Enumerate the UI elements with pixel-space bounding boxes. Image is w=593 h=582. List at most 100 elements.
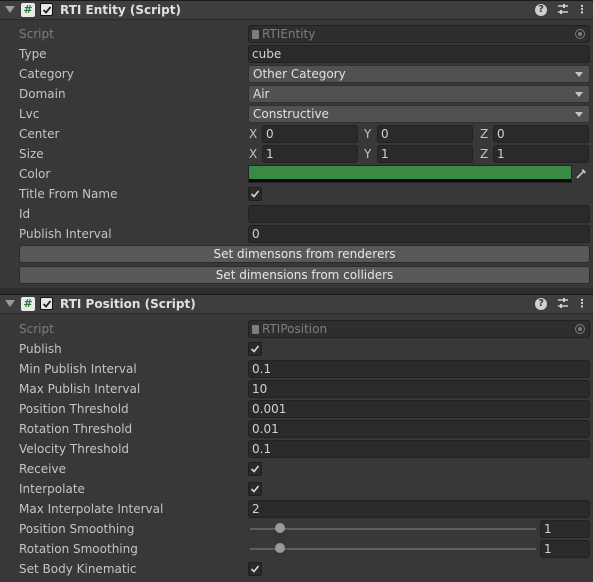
position-smoothing-row: Position Smoothing 1 — [0, 519, 593, 539]
max-publish-row: Max Publish Interval 10 — [0, 379, 593, 399]
help-icon[interactable]: ? — [535, 298, 547, 310]
foldout-arrow-icon[interactable] — [5, 6, 15, 13]
size-x-input[interactable]: 1 — [262, 145, 358, 163]
component-enable-checkbox[interactable] — [40, 3, 53, 16]
component-title: RTI Entity (Script) — [60, 3, 181, 17]
size-label: Size — [19, 147, 44, 161]
object-picker-icon[interactable] — [575, 324, 585, 334]
min-publish-input[interactable]: 0.1 — [248, 360, 590, 378]
color-label: Color — [19, 167, 51, 181]
position-threshold-row: Position Threshold 0.001 — [0, 399, 593, 419]
eyedropper-icon[interactable] — [575, 167, 589, 181]
foldout-arrow-icon[interactable] — [5, 300, 15, 307]
velocity-threshold-label: Velocity Threshold — [19, 442, 130, 456]
center-z-label[interactable]: Z — [480, 127, 488, 141]
set-body-kinematic-checkbox[interactable] — [248, 562, 262, 576]
position-smoothing-label: Position Smoothing — [19, 522, 135, 536]
max-publish-label: Max Publish Interval — [19, 382, 141, 396]
rotation-threshold-input[interactable]: 0.01 — [248, 420, 590, 438]
domain-dropdown[interactable]: Air — [248, 85, 590, 103]
set-dimensions-colliders-button[interactable]: Set dimensions from colliders — [19, 266, 590, 284]
component-enable-checkbox[interactable] — [40, 297, 53, 310]
center-x-label[interactable]: X — [249, 127, 257, 141]
velocity-threshold-input[interactable]: 0.1 — [248, 440, 590, 458]
interpolate-checkbox[interactable] — [248, 482, 262, 496]
center-x-input[interactable]: 0 — [262, 125, 358, 143]
color-row: Color — [0, 164, 593, 184]
set-dimensions-renderers-button[interactable]: Set dimensons from renderers — [19, 245, 590, 263]
receive-checkbox[interactable] — [248, 462, 262, 476]
script-file-icon — [252, 30, 259, 39]
script-object-field[interactable]: RTIPosition — [248, 320, 590, 338]
position-smoothing-slider-track[interactable] — [250, 528, 536, 530]
interpolate-label: Interpolate — [19, 482, 85, 496]
category-dropdown[interactable]: Other Category — [248, 65, 590, 83]
publish-interval-input[interactable]: 0 — [248, 225, 590, 243]
color-alpha-bar — [249, 179, 571, 182]
type-label: Type — [19, 47, 47, 61]
max-interpolate-input[interactable]: 2 — [248, 500, 590, 518]
size-x-label[interactable]: X — [249, 147, 257, 161]
rti-position-header[interactable]: # RTI Position (Script) ? ⋮ — [0, 294, 593, 314]
domain-label: Domain — [19, 87, 66, 101]
colliders-button-row: Set dimensions from colliders — [0, 265, 593, 285]
min-publish-label: Min Publish Interval — [19, 362, 137, 376]
interpolate-row: Interpolate — [0, 479, 593, 499]
renderers-button-row: Set dimensons from renderers — [0, 244, 593, 264]
size-z-label[interactable]: Z — [480, 147, 488, 161]
script-icon: # — [21, 3, 35, 17]
id-input[interactable] — [248, 205, 590, 223]
set-body-kinematic-row: Set Body Kinematic — [0, 559, 593, 579]
size-z-input[interactable]: 1 — [493, 145, 589, 163]
publish-label: Publish — [19, 342, 62, 356]
size-y-input[interactable]: 1 — [377, 145, 473, 163]
center-y-label[interactable]: Y — [364, 127, 371, 141]
presets-icon[interactable] — [556, 3, 570, 17]
script-object-field[interactable]: RTIEntity — [248, 25, 590, 43]
rotation-smoothing-slider-track[interactable] — [250, 548, 536, 550]
position-smoothing-input[interactable]: 1 — [540, 520, 590, 538]
lvc-dropdown[interactable]: Constructive — [248, 105, 590, 123]
size-y-label[interactable]: Y — [364, 147, 371, 161]
publish-interval-label: Publish Interval — [19, 227, 112, 241]
min-publish-row: Min Publish Interval 0.1 — [0, 359, 593, 379]
title-from-name-row: Title From Name — [0, 184, 593, 204]
publish-checkbox[interactable] — [248, 342, 262, 356]
rotation-smoothing-slider-thumb[interactable] — [275, 543, 285, 553]
object-picker-icon[interactable] — [575, 29, 585, 39]
receive-label: Receive — [19, 462, 66, 476]
position-threshold-input[interactable]: 0.001 — [248, 400, 590, 418]
rotation-threshold-row: Rotation Threshold 0.01 — [0, 419, 593, 439]
center-z-input[interactable]: 0 — [493, 125, 589, 143]
script-row: Script RTIPosition — [0, 319, 593, 339]
script-value: RTIEntity — [262, 27, 316, 41]
category-row: Category Other Category — [0, 64, 593, 84]
context-menu-icon[interactable]: ⋮ — [575, 297, 589, 311]
help-icon[interactable]: ? — [535, 4, 547, 16]
dropdown-arrow-icon — [575, 112, 583, 117]
publish-row: Publish — [0, 339, 593, 359]
color-swatch[interactable] — [249, 166, 571, 179]
center-y-input[interactable]: 0 — [377, 125, 473, 143]
title-from-name-checkbox[interactable] — [248, 187, 262, 201]
position-smoothing-slider-thumb[interactable] — [275, 523, 285, 533]
publish-interval-row: Publish Interval 0 — [0, 224, 593, 244]
presets-icon[interactable] — [556, 297, 570, 311]
rti-entity-header[interactable]: # RTI Entity (Script) ? ⋮ — [0, 0, 593, 20]
id-row: Id — [0, 204, 593, 224]
script-value: RTIPosition — [262, 322, 328, 336]
context-menu-icon[interactable]: ⋮ — [575, 3, 589, 17]
rotation-smoothing-input[interactable]: 1 — [540, 540, 590, 558]
script-file-icon — [252, 325, 259, 334]
id-label: Id — [19, 207, 31, 221]
rotation-threshold-label: Rotation Threshold — [19, 422, 133, 436]
script-row: Script RTIEntity — [0, 24, 593, 44]
max-interpolate-row: Max Interpolate Interval 2 — [0, 499, 593, 519]
position-threshold-label: Position Threshold — [19, 402, 129, 416]
category-value: Other Category — [253, 67, 346, 81]
max-publish-input[interactable]: 10 — [248, 380, 590, 398]
type-input[interactable]: cube — [248, 45, 590, 63]
lvc-label: Lvc — [19, 107, 40, 121]
color-field[interactable] — [248, 165, 572, 183]
velocity-threshold-row: Velocity Threshold 0.1 — [0, 439, 593, 459]
